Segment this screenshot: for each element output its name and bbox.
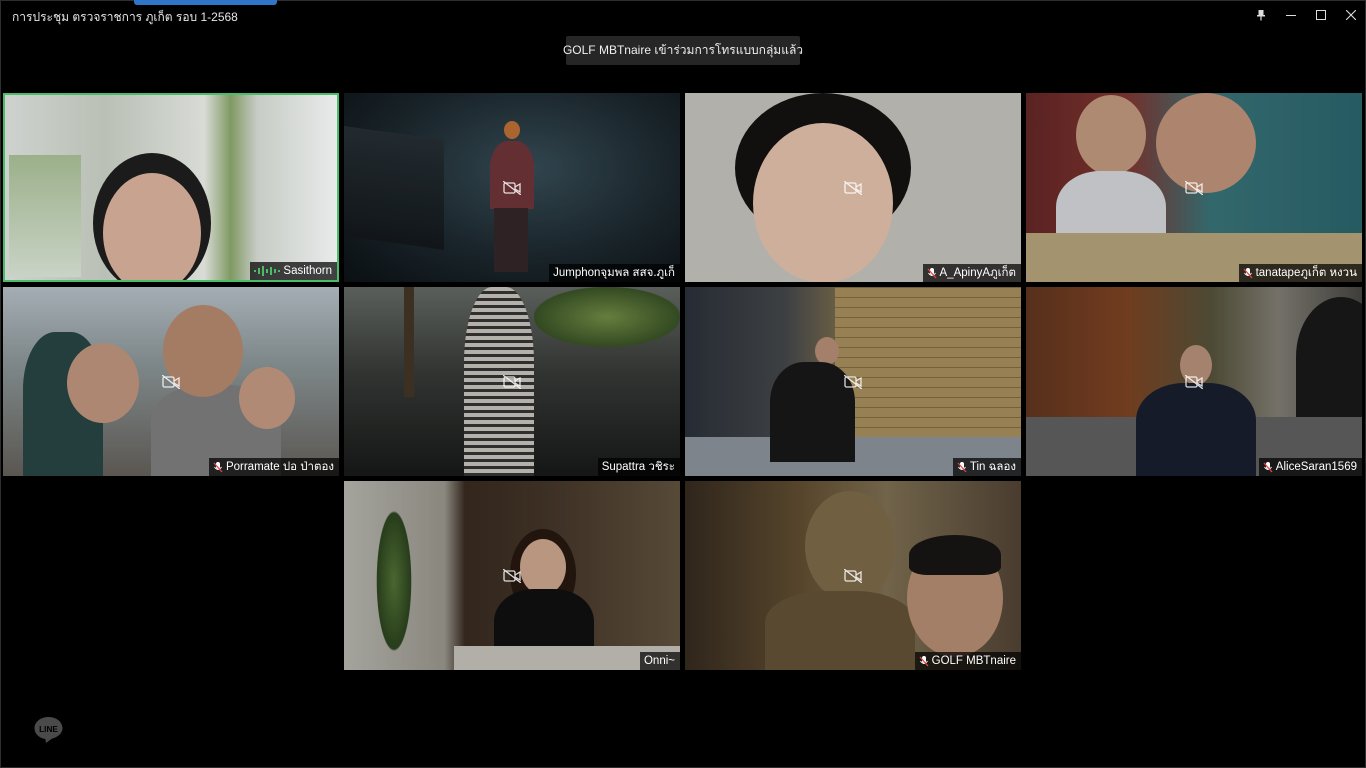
participant-name: Supattra วชิระ [601,461,675,473]
participant-name-label: Jumphonจุมพล สสจ.ภูเก็ [549,264,680,282]
speaking-indicator-icon [254,266,281,276]
window-title: การประชุม ตรวจราชการ ภูเก็ต รอบ 1-2568 [12,10,238,24]
camera-off-icon [844,568,862,583]
participant-name: Onni~ [643,655,675,667]
camera-off-icon [503,180,521,195]
participant-name-label: A_ApinyAภูเก็ต [922,264,1021,282]
participant-tile[interactable]: GOLF MBTnaire [685,481,1021,670]
close-icon [1346,10,1356,20]
window-controls [1246,0,1366,30]
participant-name-label: GOLF MBTnaire [914,652,1021,670]
close-button[interactable] [1336,0,1366,30]
participant-tile[interactable]: Jumphonจุมพล สสจ.ภูเก็ [344,93,680,282]
mic-muted-icon [213,461,223,472]
participant-name-label: AliceSaran1569 [1258,458,1362,476]
participant-tile[interactable]: A_ApinyAภูเก็ต [685,93,1021,282]
line-logo-text: LINE [39,725,58,734]
minimize-button[interactable] [1276,0,1306,30]
participant-name: GOLF MBTnaire [931,655,1016,667]
participant-name: Sasithorn [283,265,332,277]
participant-tile[interactable]: Porramate ปอ ป่าตอง [3,287,339,476]
mic-muted-icon [1263,461,1273,472]
participant-name-label: Tin ฉลอง [952,458,1021,476]
participant-name: Porramate ปอ ป่าตอง [225,461,334,473]
participant-name: Tin ฉลอง [969,461,1016,473]
participant-name-label: Porramate ปอ ป่าตอง [208,458,339,476]
participant-name-label: Onni~ [639,652,680,670]
participant-tile[interactable]: Tin ฉลอง [685,287,1021,476]
participant-name-label: Sasithorn [250,262,337,280]
camera-off-icon [844,180,862,195]
mic-muted-icon [957,461,967,472]
participant-tile[interactable]: Sasithorn [3,93,339,282]
participant-name: Jumphonจุมพล สสจ.ภูเก็ [553,267,675,279]
participant-tile[interactable]: Supattra วชิระ [344,287,680,476]
pin-icon [1257,10,1265,21]
mic-muted-icon [927,267,937,278]
camera-off-icon [844,374,862,389]
maximize-icon [1316,10,1326,20]
camera-off-icon [503,568,521,583]
participant-name: AliceSaran1569 [1275,461,1357,473]
participant-face [103,173,201,280]
camera-off-icon [1185,180,1203,195]
participant-tile[interactable]: tanatapeภูเก็ต หงวน [1026,93,1362,282]
participant-tile[interactable]: AliceSaran1569 [1026,287,1362,476]
camera-off-icon [1185,374,1203,389]
maximize-button[interactable] [1306,0,1336,30]
participant-name: tanatapeภูเก็ต หงวน [1255,267,1357,279]
active-tab-indicator [134,0,277,5]
mic-muted-icon [919,655,929,666]
camera-off-icon [162,374,180,389]
pin-button[interactable] [1246,0,1276,30]
background-shelf [9,155,81,277]
line-logo-icon: LINE [34,717,63,743]
participant-tile[interactable]: Onni~ [344,481,680,670]
join-notification: GOLF MBTnaire เข้าร่วมการโทรแบบกลุ่มแล้ว [563,36,803,65]
participant-name-label: Supattra วชิระ [597,458,680,476]
mic-muted-icon [1243,267,1253,278]
participant-name: A_ApinyAภูเก็ต [939,267,1016,279]
camera-off-icon [503,374,521,389]
participant-name-label: tanatapeภูเก็ต หงวน [1238,264,1362,282]
minimize-icon [1286,15,1296,16]
